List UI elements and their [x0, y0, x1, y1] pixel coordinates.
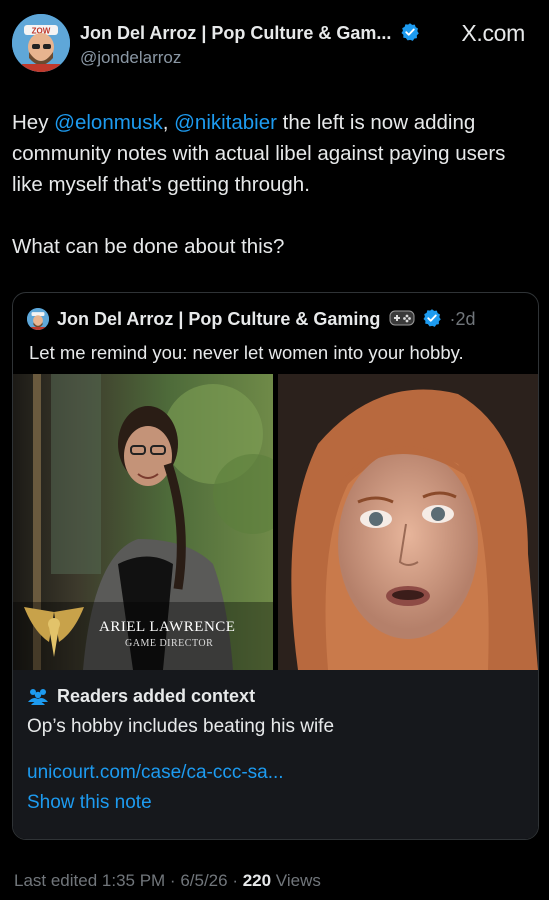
post-paragraph-2: What can be done about this?: [12, 235, 285, 258]
quoted-author-avatar[interactable]: [27, 308, 49, 330]
post-paragraph-1: Hey @elonmusk, @nikitabier the left is n…: [12, 111, 506, 196]
quoted-author-name-row[interactable]: Jon Del Arroz | Pop Culture & Gaming ·2d: [57, 308, 475, 333]
mention-nikitabier[interactable]: @nikitabier: [174, 111, 277, 134]
quoted-author-name[interactable]: Jon Del Arroz | Pop Culture & Gaming: [57, 309, 380, 329]
author-avatar[interactable]: ZOW: [12, 14, 70, 72]
views-label: Views: [271, 871, 321, 890]
post-text: Hey @elonmusk, @nikitabier the left is n…: [12, 107, 537, 262]
post-header: ZOW Jon Del Arroz | Pop Culture & Gam...…: [12, 14, 537, 74]
winged-emblem-icon: [19, 602, 89, 667]
verified-badge-icon: [422, 308, 442, 333]
readers-context-icon: [27, 686, 49, 711]
post-meta: Last edited 1:35 PM · 6/5/26 · 220 Views: [14, 871, 321, 890]
media-image-left[interactable]: ARIEL LAWRENCE GAME DIRECTOR: [13, 374, 273, 670]
community-note-title: Readers added context: [57, 686, 256, 706]
community-note-body: Op’s hobby includes beating his wife: [27, 716, 335, 737]
mention-elonmusk[interactable]: @elonmusk: [54, 111, 163, 134]
quoted-post-text: Let me remind you: never let women into …: [29, 342, 464, 363]
quoted-post[interactable]: Jon Del Arroz | Pop Culture & Gaming ·2d…: [12, 292, 539, 840]
show-note-button[interactable]: Show this note: [27, 792, 152, 814]
views-count: 220: [242, 871, 272, 890]
author-name-row[interactable]: Jon Del Arroz | Pop Culture & Gam...: [80, 22, 420, 47]
media-caption-role: GAME DIRECTOR: [125, 638, 214, 649]
edited-timestamp[interactable]: Last edited 1:35 PM · 6/5/26: [14, 871, 228, 890]
controller-icon: [389, 308, 415, 333]
media-caption-name: ARIEL LAWRENCE: [99, 619, 236, 635]
author-handle[interactable]: @jondelarroz: [80, 48, 181, 68]
quoted-post-time[interactable]: 2d: [455, 309, 475, 329]
verified-badge-icon: [400, 22, 420, 47]
x-logo[interactable]: X.com: [461, 20, 525, 47]
community-note[interactable]: Readers added context Op’s hobby include…: [13, 670, 538, 839]
media-image-right[interactable]: [278, 374, 538, 670]
community-note-link[interactable]: unicourt.com/case/ca-ccc-sa...: [27, 762, 284, 784]
quoted-post-media[interactable]: ARIEL LAWRENCE GAME DIRECTOR: [13, 374, 538, 670]
author-name[interactable]: Jon Del Arroz | Pop Culture & Gam...: [80, 23, 391, 43]
